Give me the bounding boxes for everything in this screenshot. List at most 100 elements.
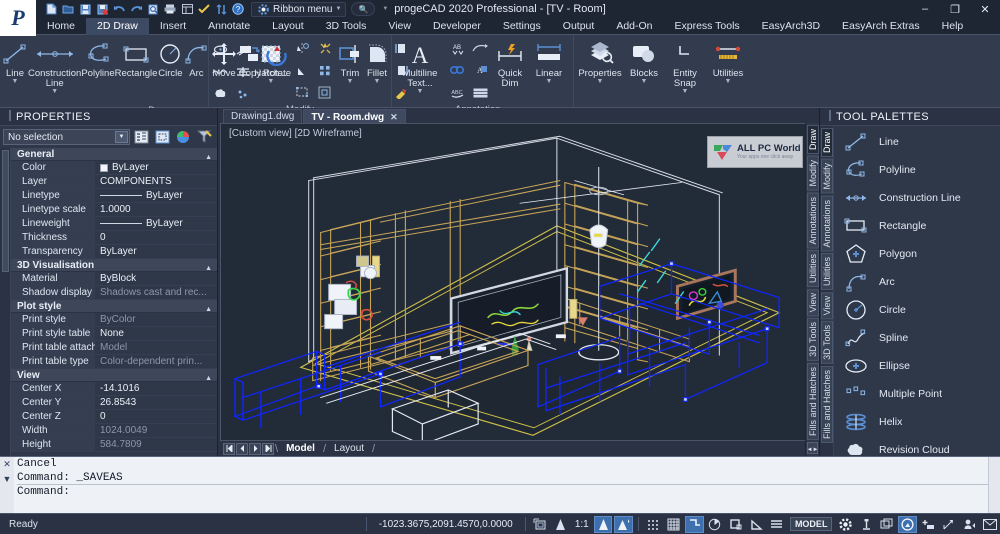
- dock-scroll-handle[interactable]: ◄►: [807, 442, 818, 454]
- palette-tab-modify[interactable]: Modify: [820, 159, 833, 194]
- print-preview-icon[interactable]: [146, 2, 160, 16]
- dyn-input-icon[interactable]: [939, 516, 958, 533]
- ribbon-menu-dropdown[interactable]: Ribbon menu ▼: [251, 1, 347, 17]
- selection-combo[interactable]: No selection ▼: [3, 129, 130, 145]
- nav-prev-button[interactable]: [236, 442, 248, 455]
- palette-item-rectangle[interactable]: Rectangle: [834, 212, 1000, 240]
- palette-item-spline[interactable]: Spline: [834, 324, 1000, 352]
- chevron-down-icon[interactable]: ▼: [115, 131, 128, 143]
- array-icon[interactable]: [314, 60, 336, 81]
- maximize-button[interactable]: ❐: [940, 0, 970, 18]
- otrack-icon[interactable]: [747, 516, 766, 533]
- scale-text-icon[interactable]: A: [469, 60, 491, 81]
- add-tool-icon[interactable]: [919, 516, 938, 533]
- sync-icon[interactable]: [214, 2, 228, 16]
- property-value[interactable]: ByLayer: [95, 245, 217, 258]
- nav-last-button[interactable]: [262, 442, 274, 455]
- lineweight-icon[interactable]: [767, 516, 786, 533]
- workspace-icon[interactable]: [878, 516, 897, 533]
- tool-blocks[interactable]: Blocks ▼: [624, 38, 664, 85]
- tool-linear-dim[interactable]: Linear ▼: [529, 38, 569, 85]
- palette-tab-draw[interactable]: Draw: [820, 128, 833, 158]
- filter-icon[interactable]: [195, 129, 214, 146]
- command-scrollbar[interactable]: [988, 457, 1000, 513]
- quick-select-icon[interactable]: [132, 129, 151, 146]
- model-tab[interactable]: Model: [278, 442, 323, 455]
- mirror-icon[interactable]: [291, 38, 313, 59]
- tool-construction-line[interactable]: Construction Line ▼: [28, 38, 81, 95]
- user-icon[interactable]: [960, 516, 979, 533]
- palette-item-multiple-point[interactable]: Multiple Point: [834, 380, 1000, 408]
- ribbon-tab-insert[interactable]: Insert: [149, 18, 197, 35]
- table-icon[interactable]: [469, 82, 491, 103]
- ucs-icon[interactable]: [857, 516, 876, 533]
- palette-tab-3d-tools[interactable]: 3D Tools: [820, 321, 833, 365]
- ribbon-tab-output[interactable]: Output: [552, 18, 606, 35]
- property-value[interactable]: Shadows cast and rec...: [95, 286, 217, 299]
- scale-icon[interactable]: [291, 60, 313, 81]
- property-value[interactable]: 1.0000: [95, 203, 217, 216]
- property-value[interactable]: -14.1016: [95, 382, 217, 395]
- dock-tab-fills-and-hatches[interactable]: Fills and Hatches: [806, 363, 819, 441]
- tool-quick-dim[interactable]: Quick Dim: [491, 38, 529, 89]
- scrollbar-thumb[interactable]: [2, 150, 9, 272]
- ribbon-tab-easyarch-extras[interactable]: EasyArch Extras: [831, 18, 931, 35]
- nav-next-button[interactable]: [249, 442, 261, 455]
- minimize-button[interactable]: –: [910, 0, 940, 18]
- chevron-down-icon[interactable]: ▼: [51, 88, 58, 95]
- palette-item-helix[interactable]: Helix: [834, 408, 1000, 436]
- chevron-up-icon[interactable]: ▲: [205, 372, 212, 385]
- property-group-general[interactable]: General ▲: [11, 148, 217, 161]
- palette-item-arc[interactable]: Arc: [834, 268, 1000, 296]
- chevron-down-icon[interactable]: ▼: [597, 78, 604, 85]
- check-icon[interactable]: [197, 2, 211, 16]
- close-icon[interactable]: ✕: [390, 112, 398, 122]
- ribbon-tab-express-tools[interactable]: Express Tools: [664, 18, 751, 35]
- document-tab-1[interactable]: Drawing1.dwg: [223, 109, 303, 123]
- chevron-up-icon[interactable]: ▲: [205, 151, 212, 164]
- tool-properties[interactable]: Properties ▼: [576, 38, 624, 85]
- ribbon-tab-2d-draw[interactable]: 2D Draw: [86, 18, 149, 35]
- snap-icon[interactable]: [644, 516, 663, 533]
- clean-screen-icon[interactable]: [898, 515, 917, 533]
- ribbon-tab-layout[interactable]: Layout: [261, 18, 315, 35]
- text-style-icon[interactable]: AB: [446, 38, 468, 59]
- property-value[interactable]: 584.7809: [95, 438, 217, 451]
- tool-fillet[interactable]: Fillet ▼: [364, 38, 390, 85]
- chevron-down-icon[interactable]: ▼: [335, 6, 341, 12]
- ribbon-tab-3d-tools[interactable]: 3D Tools: [315, 18, 378, 35]
- dock-tab-3d-tools[interactable]: 3D Tools: [806, 318, 819, 362]
- chevron-down-icon[interactable]: ▼: [347, 78, 354, 85]
- dock-tab-annotations[interactable]: Annotations: [806, 192, 819, 249]
- ribbon-tab-easyarch3d[interactable]: EasyArch3D: [751, 18, 831, 35]
- ribbon-tab-add-on[interactable]: Add-On: [605, 18, 663, 35]
- viewport[interactable]: [Custom view] [2D Wireframe] ALL PC Worl…: [220, 123, 818, 441]
- dock-tab-utilities[interactable]: Utilities: [806, 250, 819, 288]
- tool-rotate[interactable]: Rotate: [263, 38, 291, 79]
- chevron-down-icon[interactable]: ▼: [12, 78, 19, 85]
- property-value[interactable]: None: [95, 327, 217, 340]
- palette-item-ellipse[interactable]: Ellipse: [834, 352, 1000, 380]
- dock-tab-modify[interactable]: Modify: [806, 156, 819, 191]
- offset-icon[interactable]: [314, 82, 336, 103]
- chevron-up-icon[interactable]: ▲: [205, 303, 212, 316]
- ribbon-tab-annotate[interactable]: Annotate: [197, 18, 261, 35]
- property-value[interactable]: ByLayer: [95, 217, 217, 230]
- dock-tab-draw[interactable]: Draw: [806, 125, 819, 155]
- property-value[interactable]: ByLayer: [95, 189, 217, 202]
- ribbon-tab-settings[interactable]: Settings: [492, 18, 552, 35]
- tool-polyline[interactable]: Polyline: [81, 38, 115, 79]
- undo-icon[interactable]: [112, 2, 126, 16]
- property-value[interactable]: 0: [95, 231, 217, 244]
- ortho-icon[interactable]: [685, 515, 704, 533]
- polar-icon[interactable]: [706, 516, 725, 533]
- tool-trim[interactable]: Trim ▼: [336, 38, 364, 85]
- chevron-down-icon[interactable]: ▼: [374, 78, 381, 85]
- select-all-icon[interactable]: [153, 129, 172, 146]
- ribbon-tab-home[interactable]: Home: [36, 18, 86, 35]
- palette-tab-fills-and-hatches[interactable]: Fills and Hatches: [820, 366, 833, 444]
- property-value[interactable]: ByColor: [95, 313, 217, 326]
- tool-move[interactable]: Move: [211, 38, 237, 79]
- tool-rectangle[interactable]: Rectangle: [115, 38, 157, 79]
- coordinates-readout[interactable]: -1023.3675,2091.4570,0.0000: [371, 519, 521, 530]
